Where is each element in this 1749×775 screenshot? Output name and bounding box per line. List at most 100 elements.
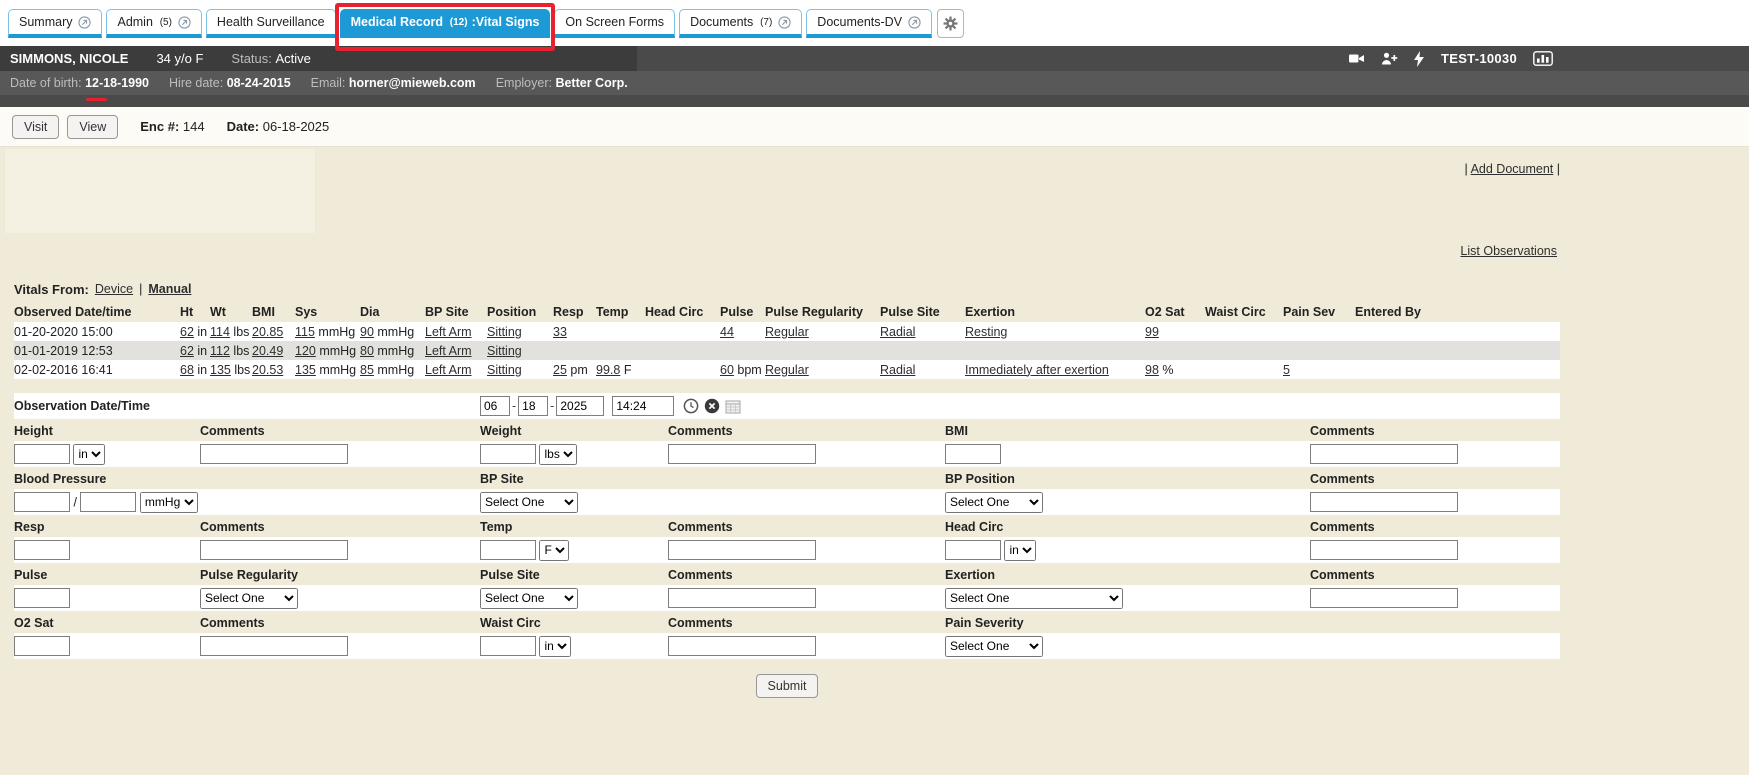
add-user-icon[interactable] — [1381, 51, 1398, 66]
temp-comments-input[interactable] — [668, 540, 816, 560]
exertion-select[interactable]: Select One — [945, 588, 1123, 609]
head-circ-input[interactable] — [945, 540, 1001, 560]
bp-diastolic-input[interactable] — [80, 492, 136, 512]
list-observations-link[interactable]: List Observations — [1460, 244, 1557, 258]
pulse-input[interactable] — [14, 588, 70, 608]
clear-icon[interactable] — [704, 398, 720, 414]
tab-documents-dv[interactable]: Documents-DV — [806, 9, 932, 38]
pulse-comments-input[interactable] — [668, 588, 816, 608]
bar-chart-icon[interactable] — [1533, 51, 1553, 66]
bmi-comments-input[interactable] — [1310, 444, 1458, 464]
vital-value-link[interactable]: Left Arm — [425, 363, 472, 377]
tab-documents[interactable]: Documents (7) — [679, 9, 802, 38]
temp-unit-select[interactable]: F — [539, 540, 569, 561]
vital-value-link[interactable]: Regular — [765, 325, 809, 339]
view-button[interactable]: View — [67, 115, 118, 139]
o2-sat-comments-input[interactable] — [200, 636, 348, 656]
height-unit-select[interactable]: in — [73, 444, 105, 465]
vital-value-link[interactable]: 33 — [553, 325, 567, 339]
vital-value-link[interactable]: 60 — [720, 363, 734, 377]
vital-value-link[interactable]: Regular — [765, 363, 809, 377]
table-cell: 20.53 — [252, 360, 295, 379]
weight-comments-input[interactable] — [668, 444, 816, 464]
waist-circ-comments-input[interactable] — [668, 636, 816, 656]
vital-value-link[interactable]: Radial — [880, 363, 915, 377]
pulse-site-select[interactable]: Select One — [480, 588, 578, 609]
lightning-icon[interactable] — [1414, 51, 1425, 67]
vital-value-link[interactable]: 115 — [295, 325, 315, 339]
vital-value-link[interactable]: 99 — [1145, 325, 1159, 339]
bp-comments-input[interactable] — [1310, 492, 1458, 512]
tab-suffix: :Vital Signs — [472, 15, 540, 29]
bp-site-select[interactable]: Select One — [480, 492, 578, 513]
vitals-manual-link[interactable]: Manual — [148, 282, 191, 296]
height-input[interactable] — [14, 444, 70, 464]
vital-value-link[interactable]: 135 — [295, 363, 316, 377]
vital-value-link[interactable]: 90 — [360, 325, 374, 339]
weight-input[interactable] — [480, 444, 536, 464]
obs-day-input[interactable] — [518, 396, 548, 416]
height-comments-input[interactable] — [200, 444, 348, 464]
video-camera-icon[interactable] — [1348, 51, 1365, 66]
vital-value-link[interactable]: 98 — [1145, 363, 1159, 377]
settings-gear-button[interactable] — [937, 9, 964, 38]
vital-value-link[interactable]: 114 — [210, 325, 230, 339]
vitals-device-link[interactable]: Device — [95, 282, 133, 296]
obs-year-input[interactable] — [556, 396, 604, 416]
obs-month-input[interactable] — [480, 396, 510, 416]
add-document-link[interactable]: Add Document — [1471, 162, 1554, 176]
vital-value-link[interactable]: 25 — [553, 363, 567, 377]
bp-position-select[interactable]: Select One — [945, 492, 1043, 513]
temp-input[interactable] — [480, 540, 536, 560]
bp-systolic-input[interactable] — [14, 492, 70, 512]
vital-value-link[interactable]: 85 — [360, 363, 374, 377]
submit-button[interactable]: Submit — [756, 674, 819, 698]
tab-admin[interactable]: Admin (5) — [106, 9, 201, 38]
vital-value-link[interactable]: 80 — [360, 344, 374, 358]
obs-time-input[interactable] — [612, 396, 674, 416]
calendar-icon[interactable] — [725, 399, 741, 414]
vital-value-link[interactable]: 135 — [210, 363, 231, 377]
bp-unit-select[interactable]: mmHg — [140, 492, 198, 513]
tab-health-surveillance[interactable]: Health Surveillance — [206, 9, 336, 38]
vital-value-link[interactable]: Sitting — [487, 363, 522, 377]
vital-value-link[interactable]: 62 — [180, 325, 194, 339]
pulse-regularity-select[interactable]: Select One — [200, 588, 298, 609]
vital-value-link[interactable]: 44 — [720, 325, 734, 339]
bmi-input[interactable] — [945, 444, 1001, 464]
vital-value-link[interactable]: Sitting — [487, 325, 522, 339]
pain-severity-select[interactable]: Select One — [945, 636, 1043, 657]
table-cell: 114 lbs — [210, 322, 252, 341]
head-circ-comments-input[interactable] — [1310, 540, 1458, 560]
vital-value-link[interactable]: Resting — [965, 325, 1007, 339]
resp-comments-input[interactable] — [200, 540, 348, 560]
visit-button[interactable]: Visit — [12, 115, 59, 139]
vital-value-link[interactable]: 62 — [180, 344, 194, 358]
vital-value-link[interactable]: 20.53 — [252, 363, 283, 377]
tab-medical-record[interactable]: Medical Record (12):Vital Signs — [340, 9, 551, 38]
head-circ-unit-select[interactable]: in — [1004, 540, 1036, 561]
vital-value-link[interactable]: Immediately after exertion — [965, 363, 1109, 377]
vital-value-link[interactable]: 112 — [210, 344, 230, 358]
tab-summary[interactable]: Summary — [8, 9, 102, 38]
vital-value-link[interactable]: 20.49 — [252, 344, 283, 358]
vital-value-link[interactable]: Left Arm — [425, 325, 472, 339]
vital-value-link[interactable]: Left Arm — [425, 344, 472, 358]
exertion-comments-input[interactable] — [1310, 588, 1458, 608]
o2-sat-input[interactable] — [14, 636, 70, 656]
vital-value-link[interactable]: Radial — [880, 325, 915, 339]
vital-value-link[interactable]: 99.8 — [596, 363, 620, 377]
vital-value-link[interactable]: 68 — [180, 363, 194, 377]
resp-input[interactable] — [14, 540, 70, 560]
waist-circ-unit-select[interactable]: in — [539, 636, 571, 657]
waist-circ-input[interactable] — [480, 636, 536, 656]
table-cell: Immediately after exertion — [965, 360, 1145, 379]
comments-label: Comments — [668, 424, 945, 438]
vital-value-link[interactable]: 120 — [295, 344, 316, 358]
vital-value-link[interactable]: 5 — [1283, 363, 1290, 377]
vital-value-link[interactable]: Sitting — [487, 344, 522, 358]
clock-icon[interactable] — [683, 398, 699, 414]
weight-unit-select[interactable]: lbs — [539, 444, 577, 465]
tab-on-screen-forms[interactable]: On Screen Forms — [554, 9, 675, 38]
vital-value-link[interactable]: 20.85 — [252, 325, 283, 339]
